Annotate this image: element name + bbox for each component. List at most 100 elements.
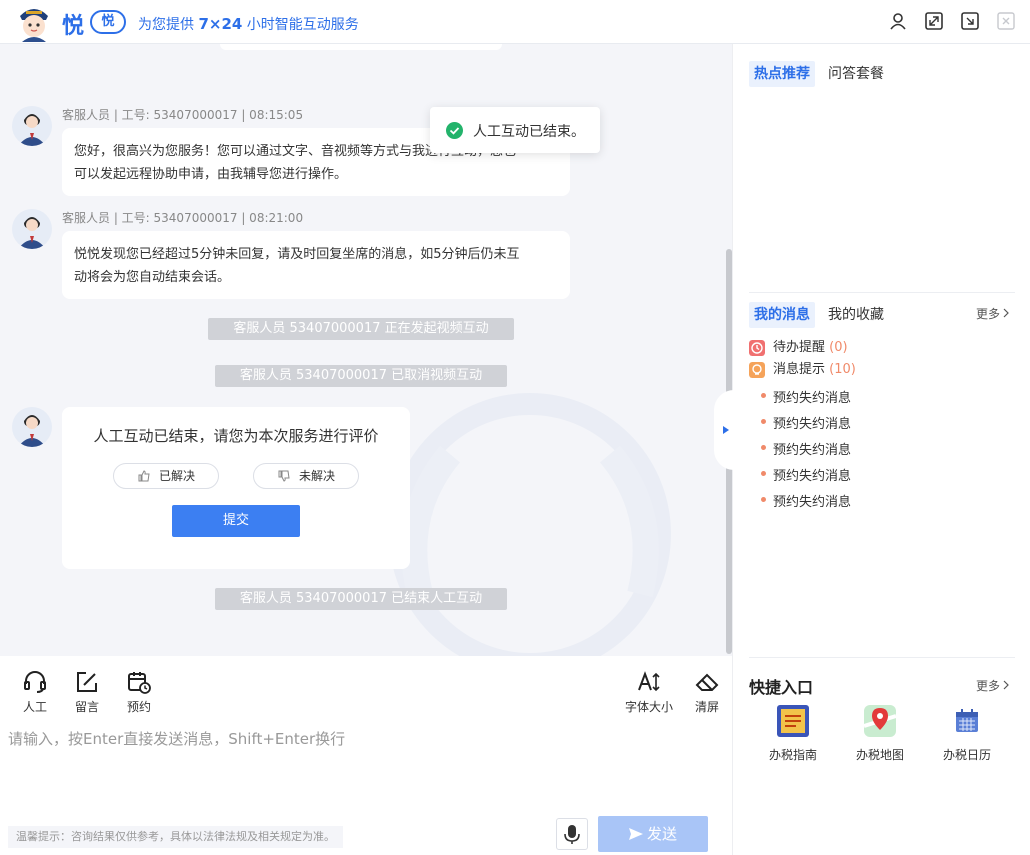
microphone-icon: [564, 825, 580, 844]
message-list-item[interactable]: 预约失约消息: [760, 413, 851, 432]
tax-calendar-icon: [950, 704, 984, 738]
quick-more-link[interactable]: 更多: [976, 677, 1010, 694]
message-line: 动将会为您自动结束会话。: [74, 270, 231, 285]
message-list-item[interactable]: 预约失约消息: [760, 465, 851, 484]
agent-avatar: [12, 106, 52, 146]
appointment-button[interactable]: 预约: [119, 670, 159, 715]
human-service-label: 人工: [22, 700, 47, 714]
slogan-prefix: 为您提供: [138, 17, 199, 33]
chat-toolbar: 人工 留言 预约 字体大小 清屏: [0, 656, 732, 716]
font-size-label: 字体大小: [624, 700, 673, 714]
user-icon[interactable]: [888, 11, 908, 31]
message-bubble: 悦悦发现您已经超过5分钟未回复，请及时回复坐席的消息，如5分钟后仍未互 动将会为…: [62, 231, 570, 299]
tax-map-label: 办税地图: [855, 748, 904, 762]
send-label: 发送: [646, 825, 677, 843]
previous-bubble-edge: [220, 44, 502, 50]
thumbs-up-icon: [138, 470, 150, 482]
message-line: 可以发起远程协助申请，由我辅导您进行操作。: [74, 167, 348, 182]
section-divider: [749, 657, 1015, 658]
todo-label: 待办提醒: [773, 340, 830, 355]
message-input-placeholder[interactable]: 请输入，按Enter直接发送消息，Shift+Enter换行: [8, 728, 345, 749]
resolved-label: 已解决: [159, 469, 196, 483]
lightbulb-icon: [749, 362, 765, 378]
chevron-right-icon: [1003, 680, 1009, 690]
font-size-icon: [638, 671, 660, 692]
clear-screen-label: 清屏: [694, 700, 719, 714]
leave-message-button[interactable]: 留言: [67, 670, 107, 715]
agent-portrait-icon: [18, 415, 46, 447]
appointment-label: 预约: [126, 700, 151, 714]
message-list-item[interactable]: 预约失约消息: [760, 387, 851, 406]
more-label: 更多: [976, 679, 1001, 693]
message-list-item[interactable]: 预约失约消息: [760, 439, 851, 458]
send-button[interactable]: 发送: [598, 816, 708, 852]
quick-tax-calendar[interactable]: 办税日历: [927, 704, 1007, 763]
tab-my-favorites[interactable]: 我的收藏: [828, 302, 884, 328]
system-notice: 客服人员 53407000017 正在发起视频互动: [208, 318, 514, 340]
section-divider: [749, 292, 1015, 293]
headset-icon: [24, 671, 46, 693]
agent-avatar: [12, 209, 52, 249]
tab-my-messages[interactable]: 我的消息: [749, 302, 815, 328]
message-meta: 客服人员 | 工号: 53407000017 | 08:21:00: [62, 211, 304, 225]
resolved-option[interactable]: 已解决: [113, 463, 219, 489]
toast-notification: 人工互动已结束。: [430, 107, 600, 153]
evaluation-card: 人工互动已结束，请您为本次服务进行评价 已解决 未解决 提交: [62, 407, 410, 569]
watermark-emblem-icon: [389, 393, 671, 656]
unresolved-label: 未解决: [299, 469, 336, 483]
tax-guide-label: 办税指南: [768, 748, 817, 762]
voice-input-button[interactable]: [556, 818, 588, 850]
todo-reminder[interactable]: 待办提醒 (0): [749, 339, 949, 357]
tab-qa-package[interactable]: 问答套餐: [828, 61, 884, 87]
message-meta: 客服人员 | 工号: 53407000017 | 08:15:05: [62, 108, 304, 122]
disclaimer-tip: 温馨提示：咨询结果仅供参考，具体以法律法规及相关规定为准。: [8, 826, 343, 848]
todo-count: (0): [829, 340, 848, 355]
chevron-right-icon: [1003, 308, 1009, 318]
notice-label: 消息提示: [773, 362, 830, 377]
agent-portrait-icon: [18, 114, 46, 146]
app-header: 悦 悦 为您提供 7×24 小时智能互动服务: [0, 0, 1030, 44]
clear-screen-button[interactable]: 清屏: [687, 670, 727, 715]
slogan-highlight: 7×24: [198, 15, 243, 33]
slogan-suffix: 小时智能互动服务: [242, 17, 359, 33]
tab-hot-recommend[interactable]: 热点推荐: [749, 61, 815, 87]
message-list-item[interactable]: 预约失约消息: [760, 491, 851, 510]
quick-tax-guide[interactable]: 办税指南: [753, 704, 833, 763]
brand-badge: 悦: [90, 10, 126, 34]
close-icon[interactable]: [996, 11, 1016, 31]
message-notice[interactable]: 消息提示 (10): [749, 361, 949, 379]
human-service-button[interactable]: 人工: [15, 670, 55, 715]
panel-collapse-handle[interactable]: [714, 390, 738, 470]
leave-message-label: 留言: [74, 700, 99, 714]
calendar-clock-icon: [128, 672, 151, 694]
messages-more-link[interactable]: 更多: [976, 305, 1010, 322]
submit-evaluation-button[interactable]: 提交: [172, 505, 300, 537]
message-input-area[interactable]: 请输入，按Enter直接发送消息，Shift+Enter换行 温馨提示：咨询结果…: [0, 716, 732, 855]
chat-area: 客服人员 | 工号: 53407000017 | 08:15:05 您好，很高兴…: [0, 44, 732, 656]
success-check-icon: [446, 122, 463, 139]
edit-icon: [77, 672, 97, 692]
popout-icon[interactable]: [960, 11, 980, 31]
message-line: 悦悦发现您已经超过5分钟未回复，请及时回复坐席的消息，如5分钟后仍未互: [74, 247, 520, 262]
agent-portrait-icon: [18, 217, 46, 249]
system-notice: 客服人员 53407000017 已结束人工互动: [215, 588, 507, 610]
quick-tax-map[interactable]: 办税地图: [840, 704, 920, 763]
system-notice: 客服人员 53407000017 已取消视频互动: [215, 365, 507, 387]
tax-guide-icon: [776, 704, 810, 738]
toast-text: 人工互动已结束。: [473, 124, 585, 140]
evaluation-title: 人工互动已结束，请您为本次服务进行评价: [93, 427, 379, 445]
more-label: 更多: [976, 307, 1001, 321]
quick-entry-title: 快捷入口: [749, 678, 814, 697]
expand-icon[interactable]: [924, 11, 944, 31]
mascot-logo-icon: [20, 9, 48, 42]
tax-calendar-label: 办税日历: [942, 748, 991, 762]
clock-icon: [749, 340, 765, 356]
unresolved-option[interactable]: 未解决: [253, 463, 359, 489]
send-icon: [628, 828, 643, 840]
font-size-button[interactable]: 字体大小: [621, 670, 677, 715]
right-panel: 热点推荐 问答套餐 我的消息 我的收藏 更多 待办提醒 (0) 消息提示 (10…: [732, 44, 1030, 855]
header-slogan: 为您提供 7×24 小时智能互动服务: [138, 14, 359, 34]
eraser-icon: [695, 673, 719, 691]
brand-name: 悦: [62, 14, 85, 39]
thumbs-down-icon: [278, 470, 290, 482]
